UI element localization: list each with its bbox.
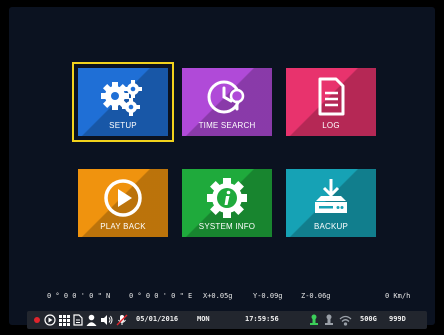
gears-icon	[101, 80, 142, 116]
wifi-icon	[339, 314, 352, 326]
document-icon	[318, 77, 345, 116]
file-icon[interactable]	[73, 314, 83, 326]
status-time: 17:59:56	[245, 315, 279, 323]
setup-tile[interactable]: SETUP	[72, 62, 174, 142]
status-date: 05/01/2016	[136, 315, 179, 323]
tile-label: BACKUP	[313, 222, 349, 231]
tile-label: PLAY BACK	[100, 222, 146, 231]
tile-label: TIME SEARCH	[198, 121, 256, 130]
playback-tile[interactable]: PLAY BACK	[78, 169, 168, 237]
mic-off-icon[interactable]	[116, 314, 128, 326]
accel-y-readout: Y-0.09g	[253, 292, 283, 300]
sensor-readouts: 0 ° 0 0 ' 0 " N 0 ° 0 0 ' 0 " E X+0.05g …	[9, 292, 435, 304]
speaker-icon[interactable]	[100, 314, 113, 326]
tile-label: SETUP	[109, 121, 137, 130]
gear-info-icon	[207, 178, 247, 218]
speed-readout: 0 Km/h	[385, 292, 411, 300]
backup-tile[interactable]: BACKUP	[286, 169, 376, 237]
person-icon[interactable]	[86, 314, 97, 326]
dvr-screen	[9, 7, 435, 325]
backup-drive-icon	[315, 179, 347, 213]
accel-z-readout: Z-0.06g	[301, 292, 331, 300]
latitude-readout: 0 ° 0 0 ' 0 " N	[47, 292, 111, 300]
time-search-tile[interactable]: TIME SEARCH	[182, 68, 272, 136]
retention-days: 999D	[389, 315, 406, 323]
storage-capacity: 500G	[360, 315, 377, 323]
grid-icon[interactable]	[59, 314, 70, 326]
tile-label: SYSTEM INFO	[198, 222, 256, 231]
longitude-readout: 0 ° 0 0 ' 0 " E	[129, 292, 193, 300]
tile-label: LOG	[322, 121, 340, 130]
accel-x-readout: X+0.05g	[203, 292, 233, 300]
gps-icon	[310, 314, 318, 326]
status-weekday: MON	[197, 315, 210, 323]
battery-icon	[325, 314, 333, 326]
system-info-tile[interactable]: SYSTEM INFO	[182, 169, 272, 237]
record-dot-icon	[33, 314, 41, 326]
play-circle-icon[interactable]	[44, 314, 56, 326]
play-icon	[104, 179, 142, 217]
clock-search-icon	[207, 80, 245, 114]
log-tile[interactable]: LOG	[286, 68, 376, 136]
status-bar: 05/01/2016 MON 17:59:56 500G 999D	[27, 311, 427, 329]
